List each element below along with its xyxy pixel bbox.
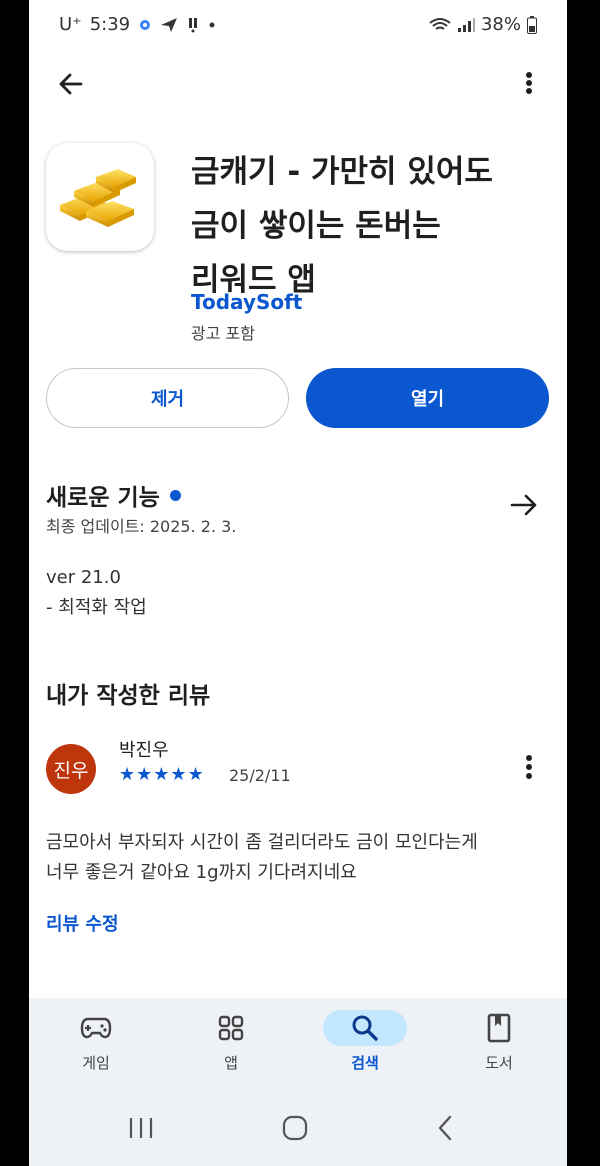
carrier-label: U⁺	[59, 14, 82, 35]
clock: 5:39	[89, 14, 131, 35]
dot-icon	[209, 22, 215, 27]
nav-tab-search[interactable]: 검색	[315, 1010, 415, 1073]
recents-button[interactable]	[127, 1116, 155, 1144]
release-note-line: - 최적화 작업	[46, 597, 147, 618]
star-rating: ★★★★★	[119, 764, 205, 785]
nav-label-search: 검색	[351, 1054, 379, 1072]
gold-bars-icon	[60, 169, 136, 227]
contains-ads-label: 광고 포함	[191, 324, 255, 343]
new-indicator-dot	[169, 490, 181, 501]
uninstall-button[interactable]: 제거	[46, 368, 289, 428]
edit-review-link[interactable]: 리뷰 수정	[46, 910, 119, 936]
alert-icon	[189, 17, 198, 32]
arrow-back-icon	[59, 73, 83, 95]
battery-icon	[527, 15, 537, 34]
nav-label-games: 게임	[82, 1054, 110, 1072]
nav-icon-container	[457, 1010, 541, 1046]
system-navigation-bar	[29, 1086, 567, 1166]
whats-new-title: 새로운 기능	[46, 485, 160, 511]
play-store-app-page: U⁺ 5:39 38% 금캐기 - 가만히 있어도 금이 쌓이는 돈버는 리워드…	[29, 0, 567, 1166]
more-options-button[interactable]	[519, 66, 539, 102]
nav-tab-games[interactable]: 게임	[46, 1010, 146, 1073]
open-button[interactable]: 열기	[306, 368, 549, 428]
nav-label-apps: 앱	[224, 1054, 238, 1072]
send-icon	[161, 17, 178, 32]
home-icon	[282, 1115, 308, 1141]
book-icon	[487, 1013, 511, 1043]
nav-label-books: 도서	[485, 1054, 513, 1072]
more-vert-icon	[526, 755, 532, 779]
app-title-line: 금캐기 - 가만히 있어도	[191, 154, 493, 190]
review-more-button[interactable]	[519, 752, 539, 782]
top-app-bar	[29, 56, 567, 108]
status-bar: U⁺ 5:39 38%	[29, 0, 567, 52]
recents-icon	[129, 1118, 153, 1138]
my-review-title: 내가 작성한 리뷰	[46, 683, 211, 709]
review-date: 25/2/11	[229, 766, 291, 785]
release-note-line: ver 21.0	[46, 567, 121, 588]
back-button[interactable]	[53, 66, 89, 102]
app-title: 금캐기 - 가만히 있어도 금이 쌓이는 돈버는 리워드 앱	[191, 145, 551, 307]
battery-percent: 38%	[480, 14, 521, 35]
app-title-line: 금이 쌓이는 돈버는	[191, 208, 441, 244]
last-updated-text: 최종 업데이트: 2025. 2. 3.	[46, 517, 237, 536]
review-text-line: 너무 좋은거 같아요 1g까지 기다려지네요	[46, 862, 357, 883]
nav-icon-container	[54, 1010, 138, 1046]
chevron-left-icon	[438, 1115, 452, 1141]
signal-icon	[457, 17, 475, 32]
reviewer-name: 박진우	[119, 740, 169, 761]
review-text-line: 금모아서 부자되자 시간이 좀 걸리더라도 금이 모인다는게	[46, 832, 478, 853]
avatar: 진우	[46, 744, 96, 794]
app-icon	[46, 143, 154, 251]
gamepad-icon	[80, 1017, 112, 1039]
nav-tab-apps[interactable]: 앱	[181, 1010, 281, 1073]
whats-new-header[interactable]: 새로운 기능	[46, 478, 181, 512]
developer-link[interactable]: TodaySoft	[191, 290, 302, 314]
notification-dot-icon	[140, 19, 151, 30]
home-button[interactable]	[282, 1115, 308, 1145]
release-notes: ver 21.0 - 최적화 작업	[46, 563, 147, 623]
apps-grid-icon	[218, 1015, 244, 1041]
system-back-button[interactable]	[435, 1114, 455, 1146]
whats-new-arrow-button[interactable]	[509, 490, 539, 520]
nav-tab-books[interactable]: 도서	[449, 1010, 549, 1073]
nav-icon-container	[323, 1010, 407, 1046]
more-vert-icon	[526, 72, 532, 94]
review-text: 금모아서 부자되자 시간이 좀 걸리더라도 금이 모인다는게 너무 좋은거 같아…	[46, 828, 546, 888]
nav-icon-container	[189, 1010, 273, 1046]
wifi-icon	[429, 17, 451, 30]
arrow-forward-icon	[510, 494, 537, 516]
search-icon	[352, 1015, 378, 1041]
bottom-navigation: 게임 앱 검색 도서	[29, 998, 567, 1086]
